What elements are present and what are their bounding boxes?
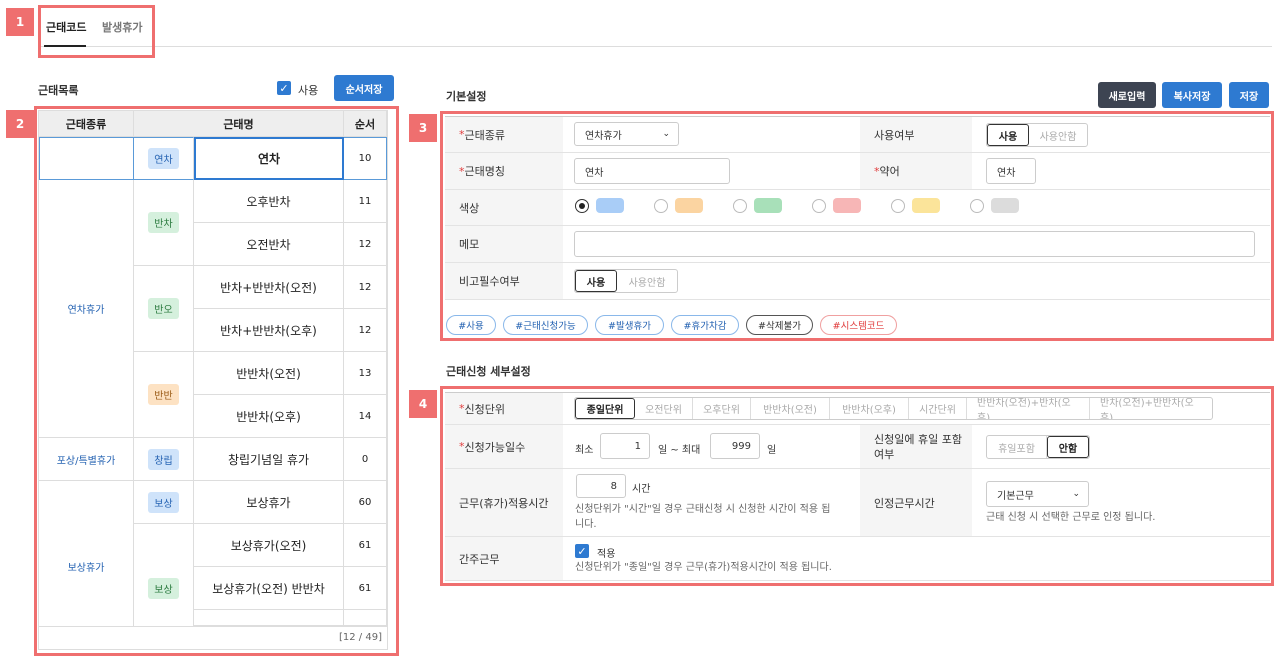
use-filter-label: 사용: [298, 84, 319, 97]
annotation-marker-1: 1: [6, 8, 34, 36]
annotation-marker-3: 3: [409, 114, 437, 142]
new-entry-button[interactable]: 새로입력: [1098, 82, 1156, 108]
annotation-marker-2: 2: [6, 110, 34, 138]
tab-bar: [38, 46, 1272, 47]
annotation-marker-4: 4: [409, 390, 437, 418]
save-button[interactable]: 저장: [1229, 82, 1269, 108]
detail-settings-title: 근태신청 세부설정: [446, 365, 531, 378]
basic-settings-title: 기본설정: [446, 90, 487, 103]
annotation-box-4: [440, 386, 1274, 586]
annotation-box-1: [38, 5, 155, 58]
annotation-box-3: [440, 111, 1274, 341]
annotation-box-2: [34, 106, 399, 656]
list-title: 근태목록: [38, 84, 79, 97]
order-save-button[interactable]: 순서저장: [334, 75, 394, 101]
use-filter-checkbox[interactable]: ✓: [277, 81, 291, 95]
copy-save-button[interactable]: 복사저장: [1162, 82, 1222, 108]
